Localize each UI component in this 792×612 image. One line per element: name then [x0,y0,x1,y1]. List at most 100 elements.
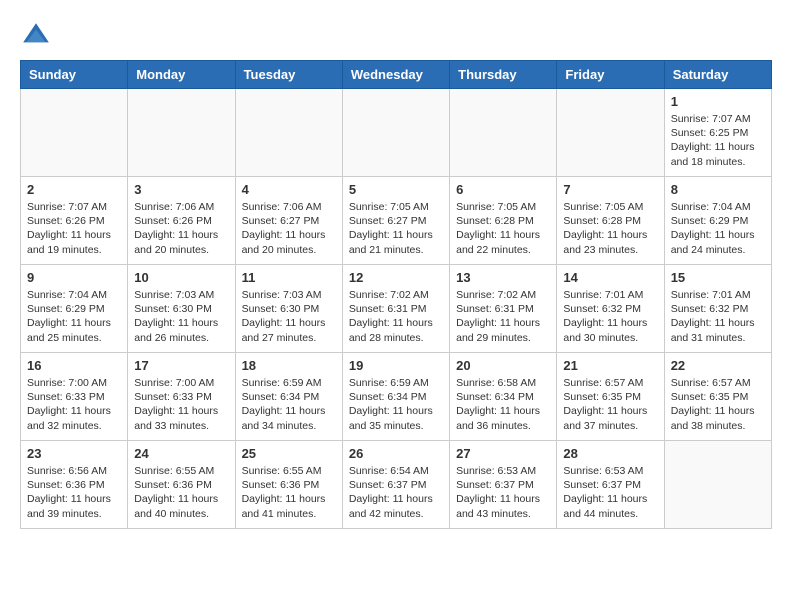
day-info: Sunrise: 6:57 AM Sunset: 6:35 PM Dayligh… [563,376,657,433]
day-number: 13 [456,270,550,285]
weekday-header-monday: Monday [128,61,235,89]
day-number: 25 [242,446,336,461]
day-info: Sunrise: 6:58 AM Sunset: 6:34 PM Dayligh… [456,376,550,433]
day-info: Sunrise: 7:07 AM Sunset: 6:25 PM Dayligh… [671,112,765,169]
day-number: 20 [456,358,550,373]
day-number: 21 [563,358,657,373]
week-row-5: 23 Sunrise: 6:56 AM Sunset: 6:36 PM Dayli… [21,441,772,529]
day-info: Sunrise: 7:06 AM Sunset: 6:26 PM Dayligh… [134,200,228,257]
calendar-cell: 22Sunrise: 6:57 AM Sunset: 6:35 PM Dayli… [664,353,771,441]
day-info: Sunrise: 7:00 AM Sunset: 6:33 PM Dayligh… [134,376,228,433]
day-number: 11 [242,270,336,285]
calendar-cell [342,89,449,177]
day-number: 5 [349,182,443,197]
weekday-header-saturday: Saturday [664,61,771,89]
calendar-cell [557,89,664,177]
week-row-1: 1 Sunrise: 7:07 AM Sunset: 6:25 PM Daylig… [21,89,772,177]
calendar-cell: 27 Sunrise: 6:53 AM Sunset: 6:37 PM Dayli… [450,441,557,529]
day-info: Sunrise: 6:56 AM Sunset: 6:36 PM Dayligh… [27,464,121,521]
calendar-cell: 25 Sunrise: 6:55 AM Sunset: 6:36 PM Dayli… [235,441,342,529]
day-info: Sunrise: 7:03 AM Sunset: 6:30 PM Dayligh… [242,288,336,345]
calendar-cell: 1 Sunrise: 7:07 AM Sunset: 6:25 PM Daylig… [664,89,771,177]
calendar-cell: 11 Sunrise: 7:03 AM Sunset: 6:30 PM Dayli… [235,265,342,353]
day-number: 1 [671,94,765,109]
day-info: Sunrise: 7:07 AM Sunset: 6:26 PM Dayligh… [27,200,121,257]
day-info: Sunrise: 6:59 AM Sunset: 6:34 PM Dayligh… [242,376,336,433]
calendar-cell: 15 Sunrise: 7:01 AM Sunset: 6:32 PM Dayli… [664,265,771,353]
day-number: 14 [563,270,657,285]
calendar-cell [21,89,128,177]
calendar-cell [664,441,771,529]
weekday-header-friday: Friday [557,61,664,89]
week-row-4: 16 Sunrise: 7:00 AM Sunset: 6:33 PM Dayli… [21,353,772,441]
day-info: Sunrise: 6:55 AM Sunset: 6:36 PM Dayligh… [242,464,336,521]
day-info: Sunrise: 7:01 AM Sunset: 6:32 PM Dayligh… [671,288,765,345]
day-number: 17 [134,358,228,373]
page-header [20,20,772,52]
weekday-header-tuesday: Tuesday [235,61,342,89]
calendar-cell: 10 Sunrise: 7:03 AM Sunset: 6:30 PM Dayli… [128,265,235,353]
calendar-cell [128,89,235,177]
day-info: Sunrise: 7:00 AM Sunset: 6:33 PM Dayligh… [27,376,121,433]
day-info: Sunrise: 6:55 AM Sunset: 6:36 PM Dayligh… [134,464,228,521]
day-info: Sunrise: 7:02 AM Sunset: 6:31 PM Dayligh… [349,288,443,345]
calendar-table: SundayMondayTuesdayWednesdayThursdayFrid… [20,60,772,529]
day-info: Sunrise: 7:04 AM Sunset: 6:29 PM Dayligh… [27,288,121,345]
logo [20,20,56,52]
calendar-cell [450,89,557,177]
day-number: 19 [349,358,443,373]
day-info: Sunrise: 7:05 AM Sunset: 6:28 PM Dayligh… [563,200,657,257]
calendar-cell: 4 Sunrise: 7:06 AM Sunset: 6:27 PM Daylig… [235,177,342,265]
logo-icon [20,20,52,52]
calendar-cell: 28 Sunrise: 6:53 AM Sunset: 6:37 PM Dayli… [557,441,664,529]
day-number: 16 [27,358,121,373]
day-info: Sunrise: 6:54 AM Sunset: 6:37 PM Dayligh… [349,464,443,521]
calendar-cell: 13 Sunrise: 7:02 AM Sunset: 6:31 PM Dayli… [450,265,557,353]
weekday-header-wednesday: Wednesday [342,61,449,89]
day-number: 2 [27,182,121,197]
day-info: Sunrise: 7:05 AM Sunset: 6:28 PM Dayligh… [456,200,550,257]
day-info: Sunrise: 7:03 AM Sunset: 6:30 PM Dayligh… [134,288,228,345]
calendar-cell: 5Sunrise: 7:05 AM Sunset: 6:27 PM Daylig… [342,177,449,265]
day-number: 27 [456,446,550,461]
day-info: Sunrise: 6:53 AM Sunset: 6:37 PM Dayligh… [563,464,657,521]
day-number: 23 [27,446,121,461]
weekday-header-row: SundayMondayTuesdayWednesdayThursdayFrid… [21,61,772,89]
calendar-cell: 17 Sunrise: 7:00 AM Sunset: 6:33 PM Dayli… [128,353,235,441]
calendar-cell: 20 Sunrise: 6:58 AM Sunset: 6:34 PM Dayli… [450,353,557,441]
calendar-cell: 18 Sunrise: 6:59 AM Sunset: 6:34 PM Dayli… [235,353,342,441]
day-info: Sunrise: 6:53 AM Sunset: 6:37 PM Dayligh… [456,464,550,521]
calendar-cell: 6Sunrise: 7:05 AM Sunset: 6:28 PM Daylig… [450,177,557,265]
day-info: Sunrise: 7:06 AM Sunset: 6:27 PM Dayligh… [242,200,336,257]
calendar-cell: 8Sunrise: 7:04 AM Sunset: 6:29 PM Daylig… [664,177,771,265]
day-info: Sunrise: 6:59 AM Sunset: 6:34 PM Dayligh… [349,376,443,433]
calendar-cell: 9 Sunrise: 7:04 AM Sunset: 6:29 PM Daylig… [21,265,128,353]
weekday-header-sunday: Sunday [21,61,128,89]
day-number: 4 [242,182,336,197]
day-number: 7 [563,182,657,197]
calendar-cell: 23 Sunrise: 6:56 AM Sunset: 6:36 PM Dayli… [21,441,128,529]
day-number: 22 [671,358,765,373]
day-number: 28 [563,446,657,461]
day-number: 24 [134,446,228,461]
calendar-cell [235,89,342,177]
day-number: 15 [671,270,765,285]
day-info: Sunrise: 7:04 AM Sunset: 6:29 PM Dayligh… [671,200,765,257]
day-number: 18 [242,358,336,373]
weekday-header-thursday: Thursday [450,61,557,89]
day-number: 3 [134,182,228,197]
day-number: 10 [134,270,228,285]
calendar-cell: 16 Sunrise: 7:00 AM Sunset: 6:33 PM Dayli… [21,353,128,441]
calendar-cell: 2 Sunrise: 7:07 AM Sunset: 6:26 PM Daylig… [21,177,128,265]
calendar-cell: 21 Sunrise: 6:57 AM Sunset: 6:35 PM Dayli… [557,353,664,441]
calendar-cell: 26 Sunrise: 6:54 AM Sunset: 6:37 PM Dayli… [342,441,449,529]
day-info: Sunrise: 7:02 AM Sunset: 6:31 PM Dayligh… [456,288,550,345]
calendar-cell: 7 Sunrise: 7:05 AM Sunset: 6:28 PM Daylig… [557,177,664,265]
calendar-cell: 24 Sunrise: 6:55 AM Sunset: 6:36 PM Dayli… [128,441,235,529]
calendar-cell: 19 Sunrise: 6:59 AM Sunset: 6:34 PM Dayli… [342,353,449,441]
day-number: 9 [27,270,121,285]
calendar-cell: 3 Sunrise: 7:06 AM Sunset: 6:26 PM Daylig… [128,177,235,265]
day-number: 26 [349,446,443,461]
day-info: Sunrise: 7:01 AM Sunset: 6:32 PM Dayligh… [563,288,657,345]
calendar-cell: 14 Sunrise: 7:01 AM Sunset: 6:32 PM Dayli… [557,265,664,353]
